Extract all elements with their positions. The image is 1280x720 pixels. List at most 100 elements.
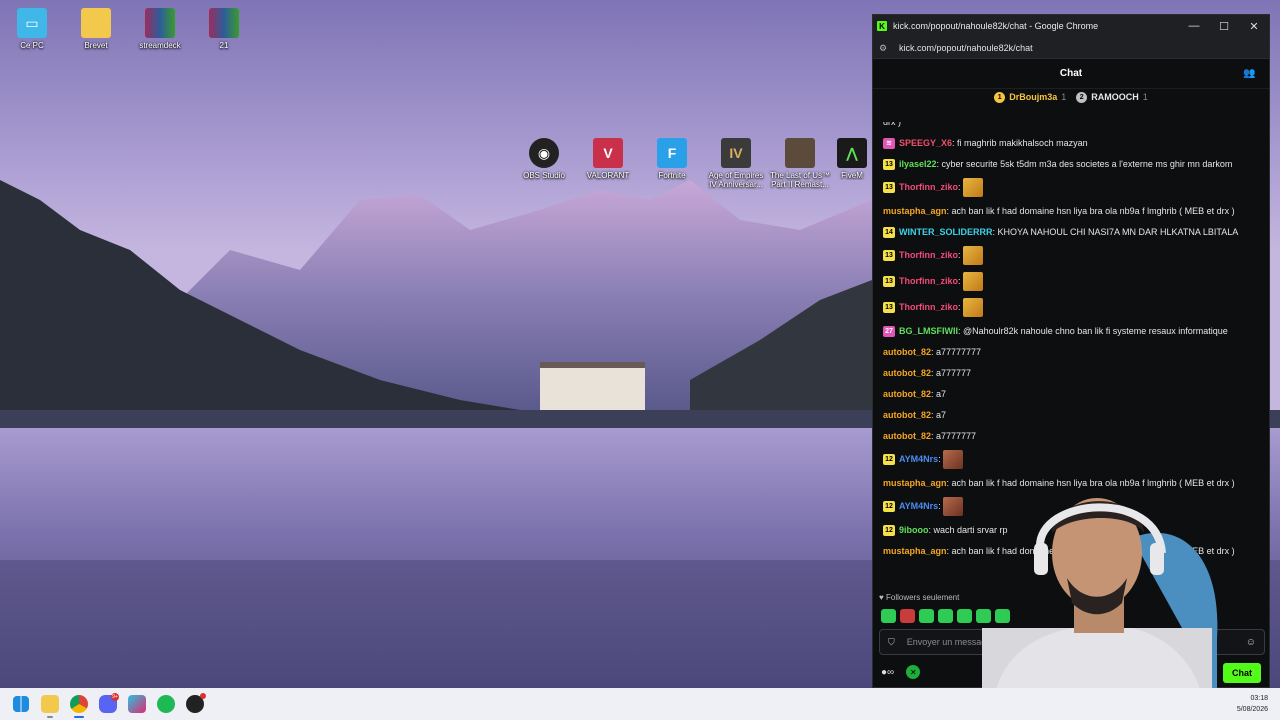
leaderboard-entry[interactable]: 1 DrBoujm3a 1 [994,91,1066,103]
taskbar-chrome[interactable] [67,692,91,718]
chat-username[interactable]: Thorfinn_ziko [899,276,958,286]
taskbar-discord[interactable]: 9+ [96,692,120,716]
silver-medal-icon: 2 [1076,91,1088,103]
heart-icon: ♥ [879,593,884,602]
desktop-icon-this-pc[interactable]: ▭ Ce PC [0,8,64,50]
site-settings-icon[interactable]: ⚙ [879,43,891,53]
chat-username[interactable]: AYM4Nrs [899,501,938,511]
taskbar-file-explorer[interactable] [38,692,62,718]
taskbar-capcut[interactable] [125,692,149,716]
chat-username[interactable]: mustapha_agn [883,546,947,556]
url-text[interactable]: kick.com/popout/nahoule82k/chat [899,43,1033,53]
chat-emote-icon [962,246,983,265]
emote-button[interactable] [881,609,896,623]
taskbar-spotify[interactable] [154,692,178,716]
emote-button[interactable] [957,609,972,623]
desktop-icon-label: Ce PC [20,41,44,50]
chat-message-text: : [958,301,961,312]
desktop-icon-fortnite[interactable]: F Fortnite [640,138,704,180]
monitor-icon: ▭ [17,8,47,38]
subscriber-badge-icon: 13 [883,159,895,171]
emoji-picker-icon[interactable]: ☺ [1246,637,1256,648]
chat-message: 13 Thorfinn_ziko: [883,243,1263,269]
chat-emote-icon [942,497,963,516]
gold-medal-icon: 1 [994,91,1006,103]
emote-button[interactable] [938,609,953,623]
chat-username[interactable]: SPEEGY_X6 [899,138,952,148]
chat-username[interactable]: mustapha_agn [883,206,947,216]
chat-message: drx ) [883,122,1263,133]
chat-message-text: : a7 [931,389,947,399]
window-titlebar[interactable]: K kick.com/popout/nahoule82k/chat - Goog… [873,15,1269,37]
emote-button[interactable] [919,609,934,623]
leader-count: 1 [1142,92,1148,102]
chat-message: autobot_82: a7777777 [883,426,1263,447]
valorant-icon: V [593,138,623,168]
chat-emote-icon [962,298,983,317]
chat-username[interactable]: 9ibooo [899,525,929,535]
chat-username[interactable]: WINTER_SOLIDERRR [899,227,993,237]
chat-emote-icon [962,178,983,197]
desktop-icon-label: The Last of Us™ Part II Remast... [769,171,831,189]
chat-emote-icon [942,450,963,469]
close-button[interactable]: ✕ [1239,15,1269,37]
followers-only-label: Followers seulement [885,593,960,602]
running-indicator [47,716,53,718]
desktop-icon-streamdeck[interactable]: streamdeck [128,8,192,50]
chat-message-text: : a777777 [931,368,972,378]
system-clock[interactable]: 03:18 5/08/2026 [1237,693,1268,715]
followers-only-notice: ♥ Followers seulement [879,593,959,602]
chat-message-text: : ach ban lik f had domaine hsn liya bra… [946,206,1235,216]
leader-name: RAMOOCH [1091,92,1139,102]
leader-name: DrBoujm3a [1009,92,1058,102]
taskbar-obs[interactable] [183,692,207,716]
recording-badge [200,693,206,699]
chat-message: autobot_82: a77777777 [883,342,1263,363]
address-bar[interactable]: ⚙ kick.com/popout/nahoule82k/chat [873,37,1269,59]
obs-icon: ◉ [529,138,559,168]
desktop-icon-21[interactable]: 21 [192,8,256,50]
desktop-icon-fivem[interactable]: ⋀ FiveM [832,138,872,180]
chat-message-text: : KHOYA NAHOUL CHI NASI7A MN DAR HLKATNA… [992,227,1239,237]
spotify-icon [157,695,175,713]
chat-username[interactable]: Thorfinn_ziko [899,302,958,312]
chat-username[interactable]: autobot_82 [883,389,931,399]
chat-message: 13 Thorfinn_ziko: [883,175,1263,201]
users-icon[interactable]: 👥 [1243,68,1257,80]
chat-username[interactable]: autobot_82 [883,368,931,378]
chat-username[interactable]: Thorfinn_ziko [899,250,958,260]
chat-username[interactable]: BG_LMSFIWII [899,326,958,336]
chat-message-text: : a7777777 [931,431,977,441]
leaderboard-entry[interactable]: 2 RAMOOCH 1 [1076,91,1148,103]
kick-points-icon[interactable]: ●∞ [881,667,894,678]
start-button[interactable] [9,692,33,716]
chat-username[interactable]: mustapha_agn [883,478,947,488]
chat-input-placeholder: Envoyer un message [906,637,992,647]
subscriber-badge-icon: 13 [883,276,895,287]
chat-username[interactable]: autobot_82 [883,410,931,420]
desktop-icon-label: 21 [219,41,229,50]
folder-icon [81,8,111,38]
kick-logo-icon[interactable]: ✕ [906,665,921,679]
minimize-button[interactable]: — [1179,15,1209,37]
desktop-icon-label: Fortnite [658,171,686,180]
chat-username[interactable]: Thorfinn_ziko [899,182,958,192]
gift-leaderboard: 1 DrBoujm3a 1 2 RAMOOCH 1 [873,90,1269,104]
emote-button[interactable] [900,609,915,623]
capcut-icon [128,695,146,713]
chat-message-text: : [958,181,961,192]
desktop-icon-brevet[interactable]: Brevet [64,8,128,50]
desktop-icon-the-last-of-us[interactable]: The Last of Us™ Part II Remast... [768,138,832,189]
chat-title: Chat [1059,68,1083,79]
desktop-icon-obs-studio[interactable]: ◉ OBS Studio [512,138,576,180]
chat-username[interactable]: AYM4Nrs [899,454,938,464]
maximize-button[interactable]: ☐ [1209,15,1239,37]
desktop-icon-age-of-empires[interactable]: IV Age of Empires IV Anniversar... [704,138,768,189]
chat-message: 27 BG_LMSFIWII: @Nahoulr82k nahoule chno … [883,321,1263,342]
chat-username[interactable]: autobot_82 [883,431,931,441]
fivem-icon: ⋀ [837,138,867,168]
chat-username[interactable]: autobot_82 [883,347,931,357]
desktop-icon-label: OBS Studio [523,171,565,180]
chat-username[interactable]: ilyasel22 [899,159,937,169]
desktop-icon-valorant[interactable]: V VALORANT [576,138,640,180]
